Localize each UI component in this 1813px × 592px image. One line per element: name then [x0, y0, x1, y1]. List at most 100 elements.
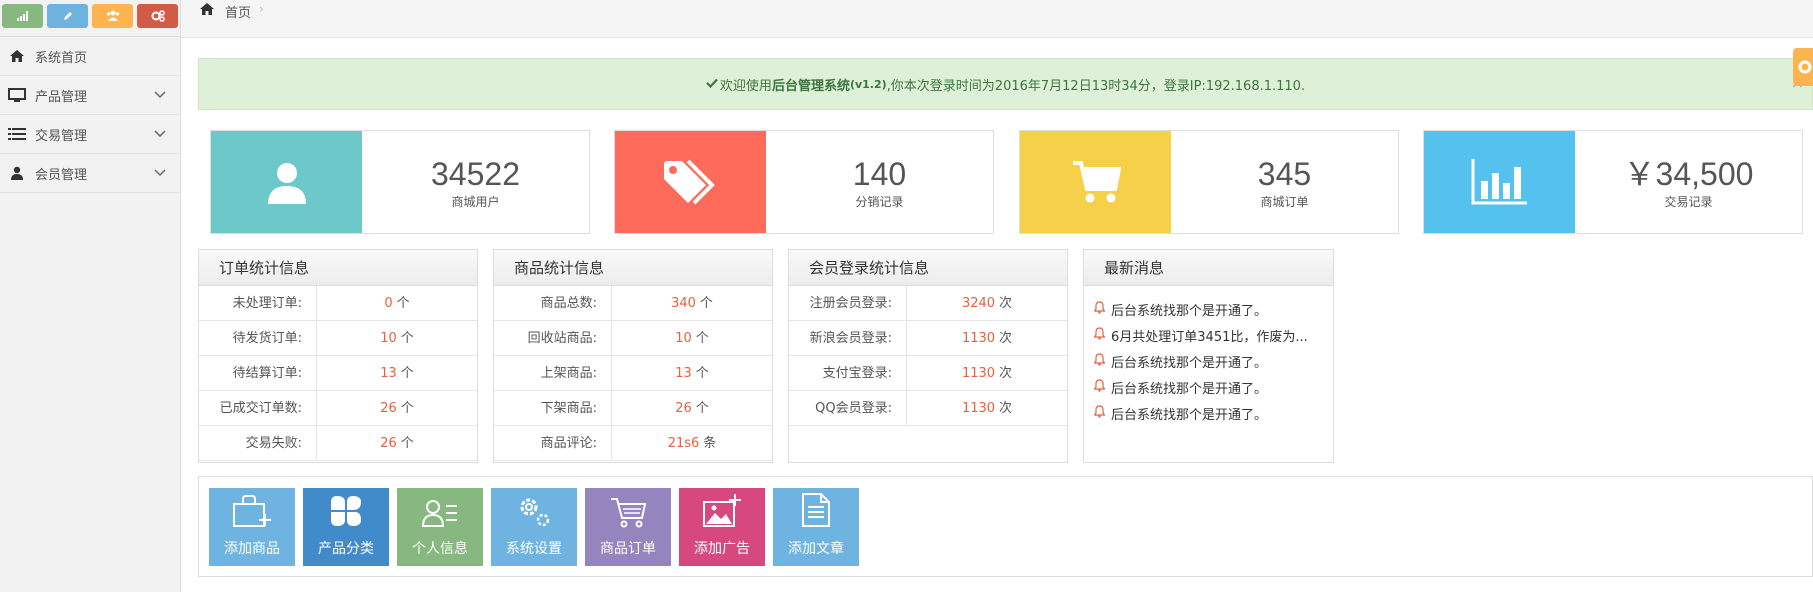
table-row: 待发货订单: 10 个: [199, 321, 477, 356]
shortcut-signal-button[interactable]: [2, 4, 43, 28]
chevron-down-icon[interactable]: [154, 88, 166, 103]
row-unit: 个: [396, 296, 410, 311]
row-key: 回收站商品:: [494, 321, 612, 355]
row-unit: 个: [695, 331, 709, 346]
stat-card-distribution[interactable]: 140 分销记录: [614, 130, 994, 234]
bell-icon: [1093, 404, 1106, 422]
list-item[interactable]: 后台系统找那个是开通了。: [1084, 296, 1333, 322]
document-icon: [801, 492, 831, 532]
breadcrumb-separator: ›: [259, 2, 264, 16]
add-article-button[interactable]: 添加文章: [773, 488, 859, 566]
profile-icon: [421, 498, 458, 532]
button-label: 个人信息: [412, 541, 468, 557]
bell-icon: [1093, 326, 1106, 344]
row-value: 13: [380, 366, 397, 381]
row-unit: 次: [999, 331, 1013, 346]
panel-title: 订单统计信息: [199, 250, 477, 286]
desktop-icon: [8, 86, 26, 104]
check-icon: [706, 77, 718, 92]
row-key: 交易失败:: [199, 426, 317, 460]
settings-toggle-tab[interactable]: [1793, 48, 1813, 86]
list-item[interactable]: 后台系统找那个是开通了。: [1084, 374, 1333, 400]
breadcrumb-home-link[interactable]: 首页: [225, 2, 251, 21]
system-settings-button[interactable]: 系统设置: [491, 488, 577, 566]
list-item[interactable]: 后台系统找那个是开通了。: [1084, 348, 1333, 374]
sidebar: 系统首页 产品管理 交易管理 会员管理: [0, 0, 181, 592]
row-key: 上架商品:: [494, 356, 612, 390]
stat-card-transactions[interactable]: ￥34,500 交易记录: [1423, 130, 1803, 234]
shortcut-bar: [0, 0, 180, 37]
button-label: 产品分类: [318, 541, 374, 557]
row-value: 1130: [961, 401, 996, 416]
table-row: 未处理订单: 0 个: [199, 286, 477, 321]
table-row: 支付宝登录: 1130 次: [789, 356, 1067, 391]
bell-icon: [1093, 378, 1106, 396]
product-category-button[interactable]: 产品分类: [303, 488, 389, 566]
shortcut-users-button[interactable]: [92, 4, 133, 28]
button-label: 商品订单: [600, 541, 656, 557]
stat-label: 分销记录: [855, 194, 904, 209]
order-stats-panel: 订单统计信息 未处理订单: 0 个 待发货订单: 10 个 待结算订单: 13 个 已成交订…: [198, 249, 478, 463]
table-row: 回收站商品: 10 个: [494, 321, 772, 356]
settings-icon: [516, 494, 552, 532]
button-label: 添加商品: [224, 541, 280, 557]
stat-card-orders[interactable]: 345 商城订单: [1019, 130, 1399, 234]
login-stats-panel: 会员登录统计信息 注册会员登录: 3240 次 新浪会员登录: 1130 次 支付宝登录…: [788, 249, 1068, 463]
category-icon: [329, 494, 363, 532]
panel-title: 最新消息: [1084, 250, 1333, 286]
row-unit: 个: [400, 401, 414, 416]
shortcut-cogs-button[interactable]: [137, 4, 178, 28]
welcome-suffix: ,你本次登录时间为2016年7月12日13时34分，登录IP:192.168.1…: [886, 78, 1306, 94]
chevron-down-icon[interactable]: [154, 127, 166, 142]
news-text: 后台系统找那个是开通了。: [1111, 355, 1268, 371]
row-key: 未处理订单:: [199, 286, 317, 320]
sidebar-item-home[interactable]: 系统首页: [0, 37, 180, 76]
row-unit: 个: [695, 401, 709, 416]
row-unit: 个: [400, 436, 414, 451]
sidebar-item-members[interactable]: 会员管理: [0, 154, 180, 193]
product-orders-button[interactable]: 商品订单: [585, 488, 671, 566]
add-product-button[interactable]: 添加商品: [209, 488, 295, 566]
row-value: 0: [384, 296, 393, 311]
add-ad-button[interactable]: 添加广告: [679, 488, 765, 566]
row-unit: 个: [400, 331, 414, 346]
news-text: 6月共处理订单3451比，作废为...: [1111, 329, 1308, 345]
row-key: 待发货订单:: [199, 321, 317, 355]
table-row: QQ会员登录: 1130 次: [789, 391, 1067, 426]
system-name: 后台管理系统: [771, 78, 850, 94]
cart-icon: [1020, 131, 1171, 233]
add-bag-icon: [232, 494, 272, 532]
stat-label: 商城订单: [1260, 194, 1309, 209]
row-key: 商品评论:: [494, 426, 612, 460]
breadcrumb: 首页 ›: [181, 0, 1813, 38]
sidebar-item-products[interactable]: 产品管理: [0, 76, 180, 115]
row-value: 1130: [961, 331, 996, 346]
welcome-prefix: 欢迎使用: [719, 78, 772, 94]
list-item[interactable]: 后台系统找那个是开通了。: [1084, 400, 1333, 426]
shortcut-pencil-button[interactable]: [47, 4, 88, 28]
sidebar-item-transactions[interactable]: 交易管理: [0, 115, 180, 154]
news-text: 后台系统找那个是开通了。: [1111, 407, 1268, 423]
stat-card-users[interactable]: 34522 商城用户: [210, 130, 590, 234]
personal-info-button[interactable]: 个人信息: [397, 488, 483, 566]
welcome-alert: 欢迎使用 后台管理系统 (v1.2) ,你本次登录时间为2016年7月12日13…: [198, 58, 1813, 110]
home-icon[interactable]: [199, 2, 215, 20]
table-row: 已成交订单数: 26 个: [199, 391, 477, 426]
row-value: 26: [675, 401, 692, 416]
stat-value: 345: [1257, 155, 1312, 192]
stat-value: 140: [852, 155, 907, 192]
panel-title: 会员登录统计信息: [789, 250, 1067, 286]
table-row: 下架商品: 26 个: [494, 391, 772, 426]
users-icon: [106, 10, 119, 21]
button-label: 添加文章: [788, 541, 844, 557]
product-stats-panel: 商品统计信息 商品总数: 340 个 回收站商品: 10 个 上架商品: 13 个 下架商品…: [493, 249, 773, 463]
row-value: 26: [380, 436, 397, 451]
row-unit: 个: [699, 296, 713, 311]
row-key: 商品总数:: [494, 286, 612, 320]
table-row: 上架商品: 13 个: [494, 356, 772, 391]
sidebar-item-label: 产品管理: [35, 89, 88, 105]
chevron-down-icon[interactable]: [154, 166, 166, 181]
stat-value: ￥34,500: [1623, 155, 1754, 192]
list-item[interactable]: 6月共处理订单3451比，作废为...: [1084, 322, 1333, 348]
gear-icon: [1798, 60, 1812, 74]
